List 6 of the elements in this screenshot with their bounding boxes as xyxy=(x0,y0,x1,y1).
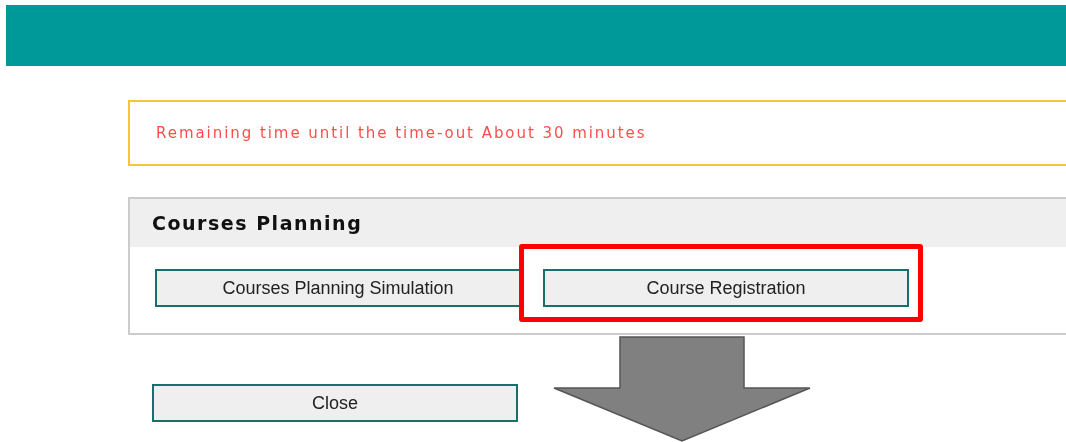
close-button[interactable]: Close xyxy=(152,384,518,422)
panel-button[interactable]: Courses Planning Simulation xyxy=(155,269,521,307)
down-arrow-icon xyxy=(553,336,811,442)
panel-button[interactable]: Course Registration xyxy=(543,269,909,307)
panel-title: Courses Planning xyxy=(152,210,363,236)
alert-text: Remaining time until the time-out About 30 minutes xyxy=(156,122,647,144)
